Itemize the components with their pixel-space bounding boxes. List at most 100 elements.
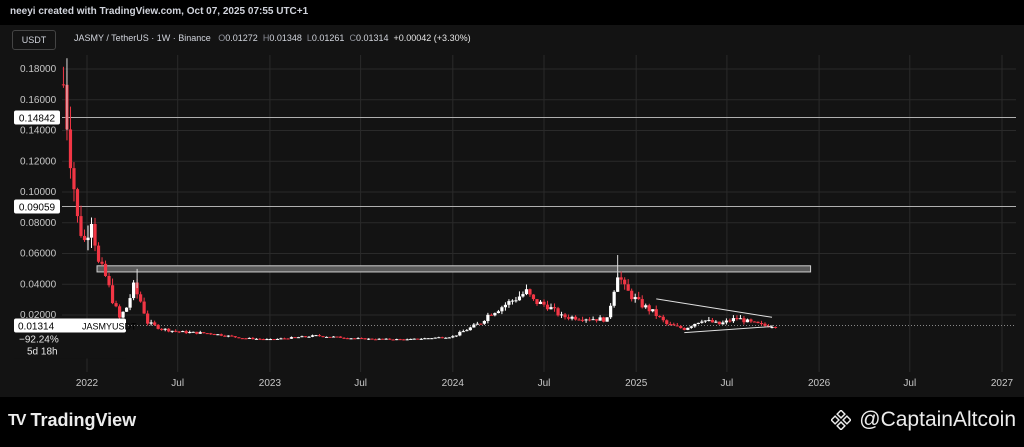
candle-body [82,235,87,241]
candle-body [272,339,276,341]
candle-body [223,335,227,337]
candle-body [430,338,434,340]
candle-body [209,333,213,335]
candle-body [188,332,192,334]
candle-body [524,289,529,295]
level-tag-label: 0.09059 [19,202,56,213]
candle-body [633,297,637,300]
tradingview-logo[interactable]: TV TradingView [8,410,136,431]
y-tick-label: 0.04000 [20,279,57,290]
candle-body [331,336,336,338]
x-tick-label: Jul [354,378,367,389]
candle-body [531,294,536,300]
candle-body [538,301,543,305]
candle-body [686,327,690,330]
resistance-zone [96,265,812,273]
candle-body [759,323,764,325]
candle-body [721,322,725,325]
candle-body [68,129,73,169]
candle-body [191,331,195,333]
candle-body [742,318,746,323]
candle-body [556,308,560,316]
candle-body [293,337,297,339]
candle-body [216,334,220,336]
candle-body [342,337,346,339]
candle-body [402,339,406,341]
candle-body [100,261,104,264]
candle-body [352,338,357,340]
open-value: 0.01272 [225,33,258,43]
y-tick-label: 0.08000 [20,218,57,229]
current-price-countdown: 5d 18h [27,347,58,358]
candle-body [160,328,164,330]
candle-body [314,335,318,337]
candle-body [377,338,381,340]
candle-body [338,336,343,338]
candle-body [689,326,693,328]
candle-body [454,335,458,337]
candle-body [745,319,750,323]
candle-body [212,334,216,336]
candle-body [416,338,420,340]
brand-watermark: @CaptainAltcoin [831,408,1016,432]
candle-body [714,321,718,323]
candle-body [752,321,757,323]
candle-body [61,84,66,86]
current-price-change: −92.24% [19,335,59,346]
candle-body [356,338,360,340]
candle-body [542,301,546,305]
candle-body [447,337,451,339]
candle-body [153,322,157,325]
candle-body [616,277,620,292]
candle-body [419,338,423,340]
candle-body [773,326,778,328]
candle-body [139,294,143,302]
change-value: +0.00042 (+3.30%) [393,33,471,43]
price-chart[interactable]: 0.18000 0.16000 0.14000 0.12000 0.10000 0.080… [0,0,1024,447]
candle-body [437,337,441,339]
low-value: 0.01261 [311,33,345,43]
price-tags: 0.14842 0.09059 0.01314 JASMYUSDT −92.24%5d … [14,110,137,359]
candle-body [535,299,539,305]
candle-body [707,319,711,321]
candle-body [717,321,721,325]
candle-body [177,331,181,333]
x-tick-label: 2025 [625,378,648,389]
candle-body [724,320,728,323]
candle-body [591,319,595,321]
candle-body [279,338,283,340]
candle-body [226,335,230,337]
candle-body [710,319,714,323]
candle-body [482,320,486,324]
candle-body [602,317,606,322]
candle-body [521,294,525,297]
candle-body [230,335,234,337]
candle-body [391,339,395,341]
candle-body [282,338,287,340]
candle-body [363,338,367,340]
x-tick-label: Jul [538,378,551,389]
y-tick-label: 0.06000 [20,249,57,260]
candle-body [756,321,760,324]
candle-body [693,323,697,327]
candle-body [75,189,80,217]
candle-body [388,338,392,340]
candle-body [749,319,753,322]
candle-body [303,336,308,338]
candle-body [700,321,704,323]
candle-body [658,316,662,318]
candle-body [219,334,223,336]
currency-button[interactable]: USDT [12,30,56,50]
candle-body [374,339,378,341]
candle-body [317,335,322,337]
candle-body [510,300,515,302]
level-tag-label: 0.14842 [19,114,56,125]
candle-body [654,309,658,317]
candle-body [496,311,500,314]
candle-body [647,305,651,312]
candle-body [96,245,101,262]
candle-body [110,285,115,304]
candle-body [324,336,329,338]
candle-body [500,307,504,312]
candle-body [573,316,578,320]
